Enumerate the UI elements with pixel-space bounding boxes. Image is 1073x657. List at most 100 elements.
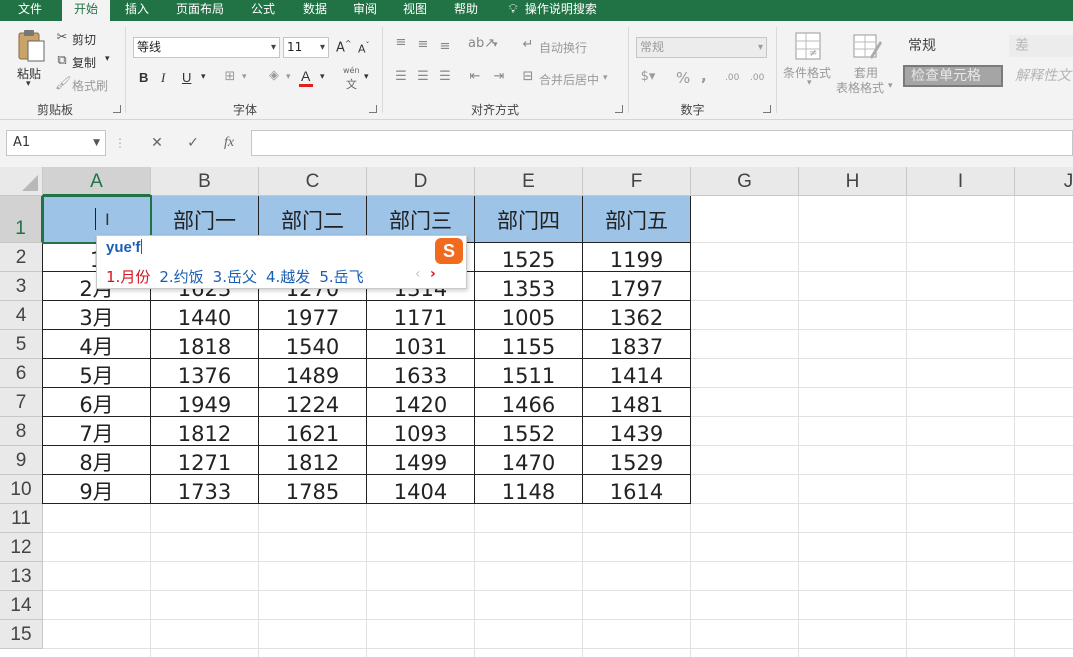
table-cell[interactable]: 1525 xyxy=(475,243,583,272)
table-cell[interactable]: 1949 xyxy=(151,388,259,417)
align-top-icon[interactable]: ≡ xyxy=(392,35,410,50)
comma-button[interactable]: , xyxy=(701,67,707,85)
row-header-14[interactable]: 14 xyxy=(0,591,43,620)
decrease-indent-icon[interactable]: ⇤ xyxy=(466,69,484,84)
table-cell[interactable]: 1093 xyxy=(367,417,475,446)
table-cell[interactable]: 1005 xyxy=(475,301,583,330)
align-bottom-icon[interactable]: ≡ xyxy=(436,39,454,54)
column-header-f[interactable]: F xyxy=(583,167,691,196)
merge-center-button[interactable]: 合并后居中 xyxy=(539,71,599,88)
tab-insert[interactable]: 插入 xyxy=(114,0,160,21)
table-cell[interactable]: 1511 xyxy=(475,359,583,388)
row-header-11[interactable]: 11 xyxy=(0,504,43,533)
row-header-1[interactable]: 1 xyxy=(0,196,43,243)
accounting-format-icon[interactable]: $▾ xyxy=(638,69,658,84)
table-cell[interactable]: 6月 xyxy=(43,388,151,417)
italic-button[interactable]: I xyxy=(161,70,165,86)
table-cell[interactable]: 1404 xyxy=(367,475,475,504)
style-check-cell[interactable]: 检查单元格 xyxy=(903,65,1003,87)
conditional-format-button[interactable]: ≠ 条件格式 ▾ xyxy=(783,31,835,101)
ime-candidate[interactable]: 2.约饭 xyxy=(159,266,203,287)
column-header-g[interactable]: G xyxy=(691,167,799,196)
font-color-chevron-icon[interactable]: ▾ xyxy=(320,72,325,82)
row-header-15[interactable]: 15 xyxy=(0,620,43,649)
row-header-7[interactable]: 7 xyxy=(0,388,43,417)
table-cell[interactable]: 1353 xyxy=(475,272,583,301)
table-cell[interactable]: 9月 xyxy=(43,475,151,504)
cancel-entry-button[interactable]: ✕ xyxy=(144,130,170,156)
table-cell[interactable]: 1529 xyxy=(583,446,691,475)
ime-candidate[interactable]: 1.月份 xyxy=(106,266,150,287)
column-header-d[interactable]: D xyxy=(367,167,475,196)
table-cell[interactable]: 1440 xyxy=(151,301,259,330)
table-cell[interactable]: 1199 xyxy=(583,243,691,272)
borders-chevron-icon[interactable]: ▾ xyxy=(242,72,247,82)
orientation-icon[interactable]: ab↗ xyxy=(468,36,495,51)
ime-candidate[interactable]: 5.岳飞 xyxy=(319,266,363,287)
table-cell[interactable]: 1499 xyxy=(367,446,475,475)
table-cell[interactable]: 1171 xyxy=(367,301,475,330)
table-cell[interactable]: 1552 xyxy=(475,417,583,446)
row-header-9[interactable]: 9 xyxy=(0,446,43,475)
table-cell[interactable]: 1621 xyxy=(259,417,367,446)
ime-prev-page-icon[interactable]: ‹ xyxy=(415,266,421,282)
table-cell[interactable]: 1812 xyxy=(151,417,259,446)
row-header-6[interactable]: 6 xyxy=(0,359,43,388)
column-header-a[interactable]: A xyxy=(43,167,151,196)
table-cell[interactable]: 7月 xyxy=(43,417,151,446)
table-cell[interactable]: 1224 xyxy=(259,388,367,417)
column-header-e[interactable]: E xyxy=(475,167,583,196)
underline-button[interactable]: U xyxy=(182,70,191,85)
style-bad[interactable]: 差 xyxy=(1009,35,1073,57)
align-middle-icon[interactable]: ≡ xyxy=(414,37,432,52)
tab-review[interactable]: 审阅 xyxy=(342,0,388,21)
confirm-entry-button[interactable]: ✓ xyxy=(180,130,206,156)
decrease-decimal-button[interactable]: .00 xyxy=(750,73,764,83)
table-cell[interactable]: 1614 xyxy=(583,475,691,504)
formula-input[interactable] xyxy=(251,130,1073,156)
format-painter-button[interactable]: 格式刷 xyxy=(72,77,108,94)
table-cell[interactable]: 1148 xyxy=(475,475,583,504)
copy-button[interactable]: 复制 xyxy=(72,54,96,71)
increase-decimal-button[interactable]: .00 xyxy=(725,73,739,83)
increase-indent-icon[interactable]: ⇥ xyxy=(490,69,508,84)
table-cell[interactable]: 1733 xyxy=(151,475,259,504)
format-as-table-button[interactable]: 套用 表格格式 ▾ xyxy=(836,31,898,101)
table-cell[interactable]: 1376 xyxy=(151,359,259,388)
style-normal[interactable]: 常规 xyxy=(902,35,1006,57)
ime-candidate[interactable]: 4.越发 xyxy=(266,266,310,287)
tab-view[interactable]: 视图 xyxy=(392,0,438,21)
wrap-text-button[interactable]: 自动换行 xyxy=(539,39,587,56)
font-color-button[interactable]: A xyxy=(301,68,310,84)
table-cell[interactable]: 1489 xyxy=(259,359,367,388)
tell-me-search[interactable]: 💡︎ 操作说明搜索 xyxy=(505,0,596,21)
fill-color-icon[interactable]: ◈ xyxy=(266,68,282,83)
cut-button[interactable]: 剪切 xyxy=(72,31,96,48)
table-cell[interactable]: 1439 xyxy=(583,417,691,446)
bold-button[interactable]: B xyxy=(139,70,148,85)
table-header-cell[interactable]: 部门五 xyxy=(583,196,691,243)
row-header-2[interactable]: 2 xyxy=(0,243,43,272)
copy-dropdown-chevron-icon[interactable]: ▾ xyxy=(105,54,110,64)
font-size-combo[interactable]: 11 ▾ xyxy=(283,37,329,58)
table-cell[interactable]: 1031 xyxy=(367,330,475,359)
font-launcher-icon[interactable] xyxy=(369,105,377,113)
table-cell[interactable]: 1540 xyxy=(259,330,367,359)
row-header-13[interactable]: 13 xyxy=(0,562,43,591)
name-box[interactable]: A1 ▼ xyxy=(6,130,106,156)
fill-color-chevron-icon[interactable]: ▾ xyxy=(286,72,291,82)
column-header-h[interactable]: H xyxy=(799,167,907,196)
ime-candidate[interactable]: 3.岳父 xyxy=(213,266,257,287)
column-header-j[interactable]: J xyxy=(1015,167,1073,196)
table-cell[interactable]: 1785 xyxy=(259,475,367,504)
table-cell[interactable]: 1155 xyxy=(475,330,583,359)
orientation-chevron-icon[interactable]: ▾ xyxy=(493,40,498,50)
tab-help[interactable]: 帮助 xyxy=(443,0,489,21)
column-header-c[interactable]: C xyxy=(259,167,367,196)
table-cell[interactable]: 4月 xyxy=(43,330,151,359)
table-cell[interactable]: 1481 xyxy=(583,388,691,417)
row-header-8[interactable]: 8 xyxy=(0,417,43,446)
table-cell[interactable]: 1977 xyxy=(259,301,367,330)
tab-home[interactable]: 开始 xyxy=(62,0,110,21)
table-cell[interactable]: 1420 xyxy=(367,388,475,417)
